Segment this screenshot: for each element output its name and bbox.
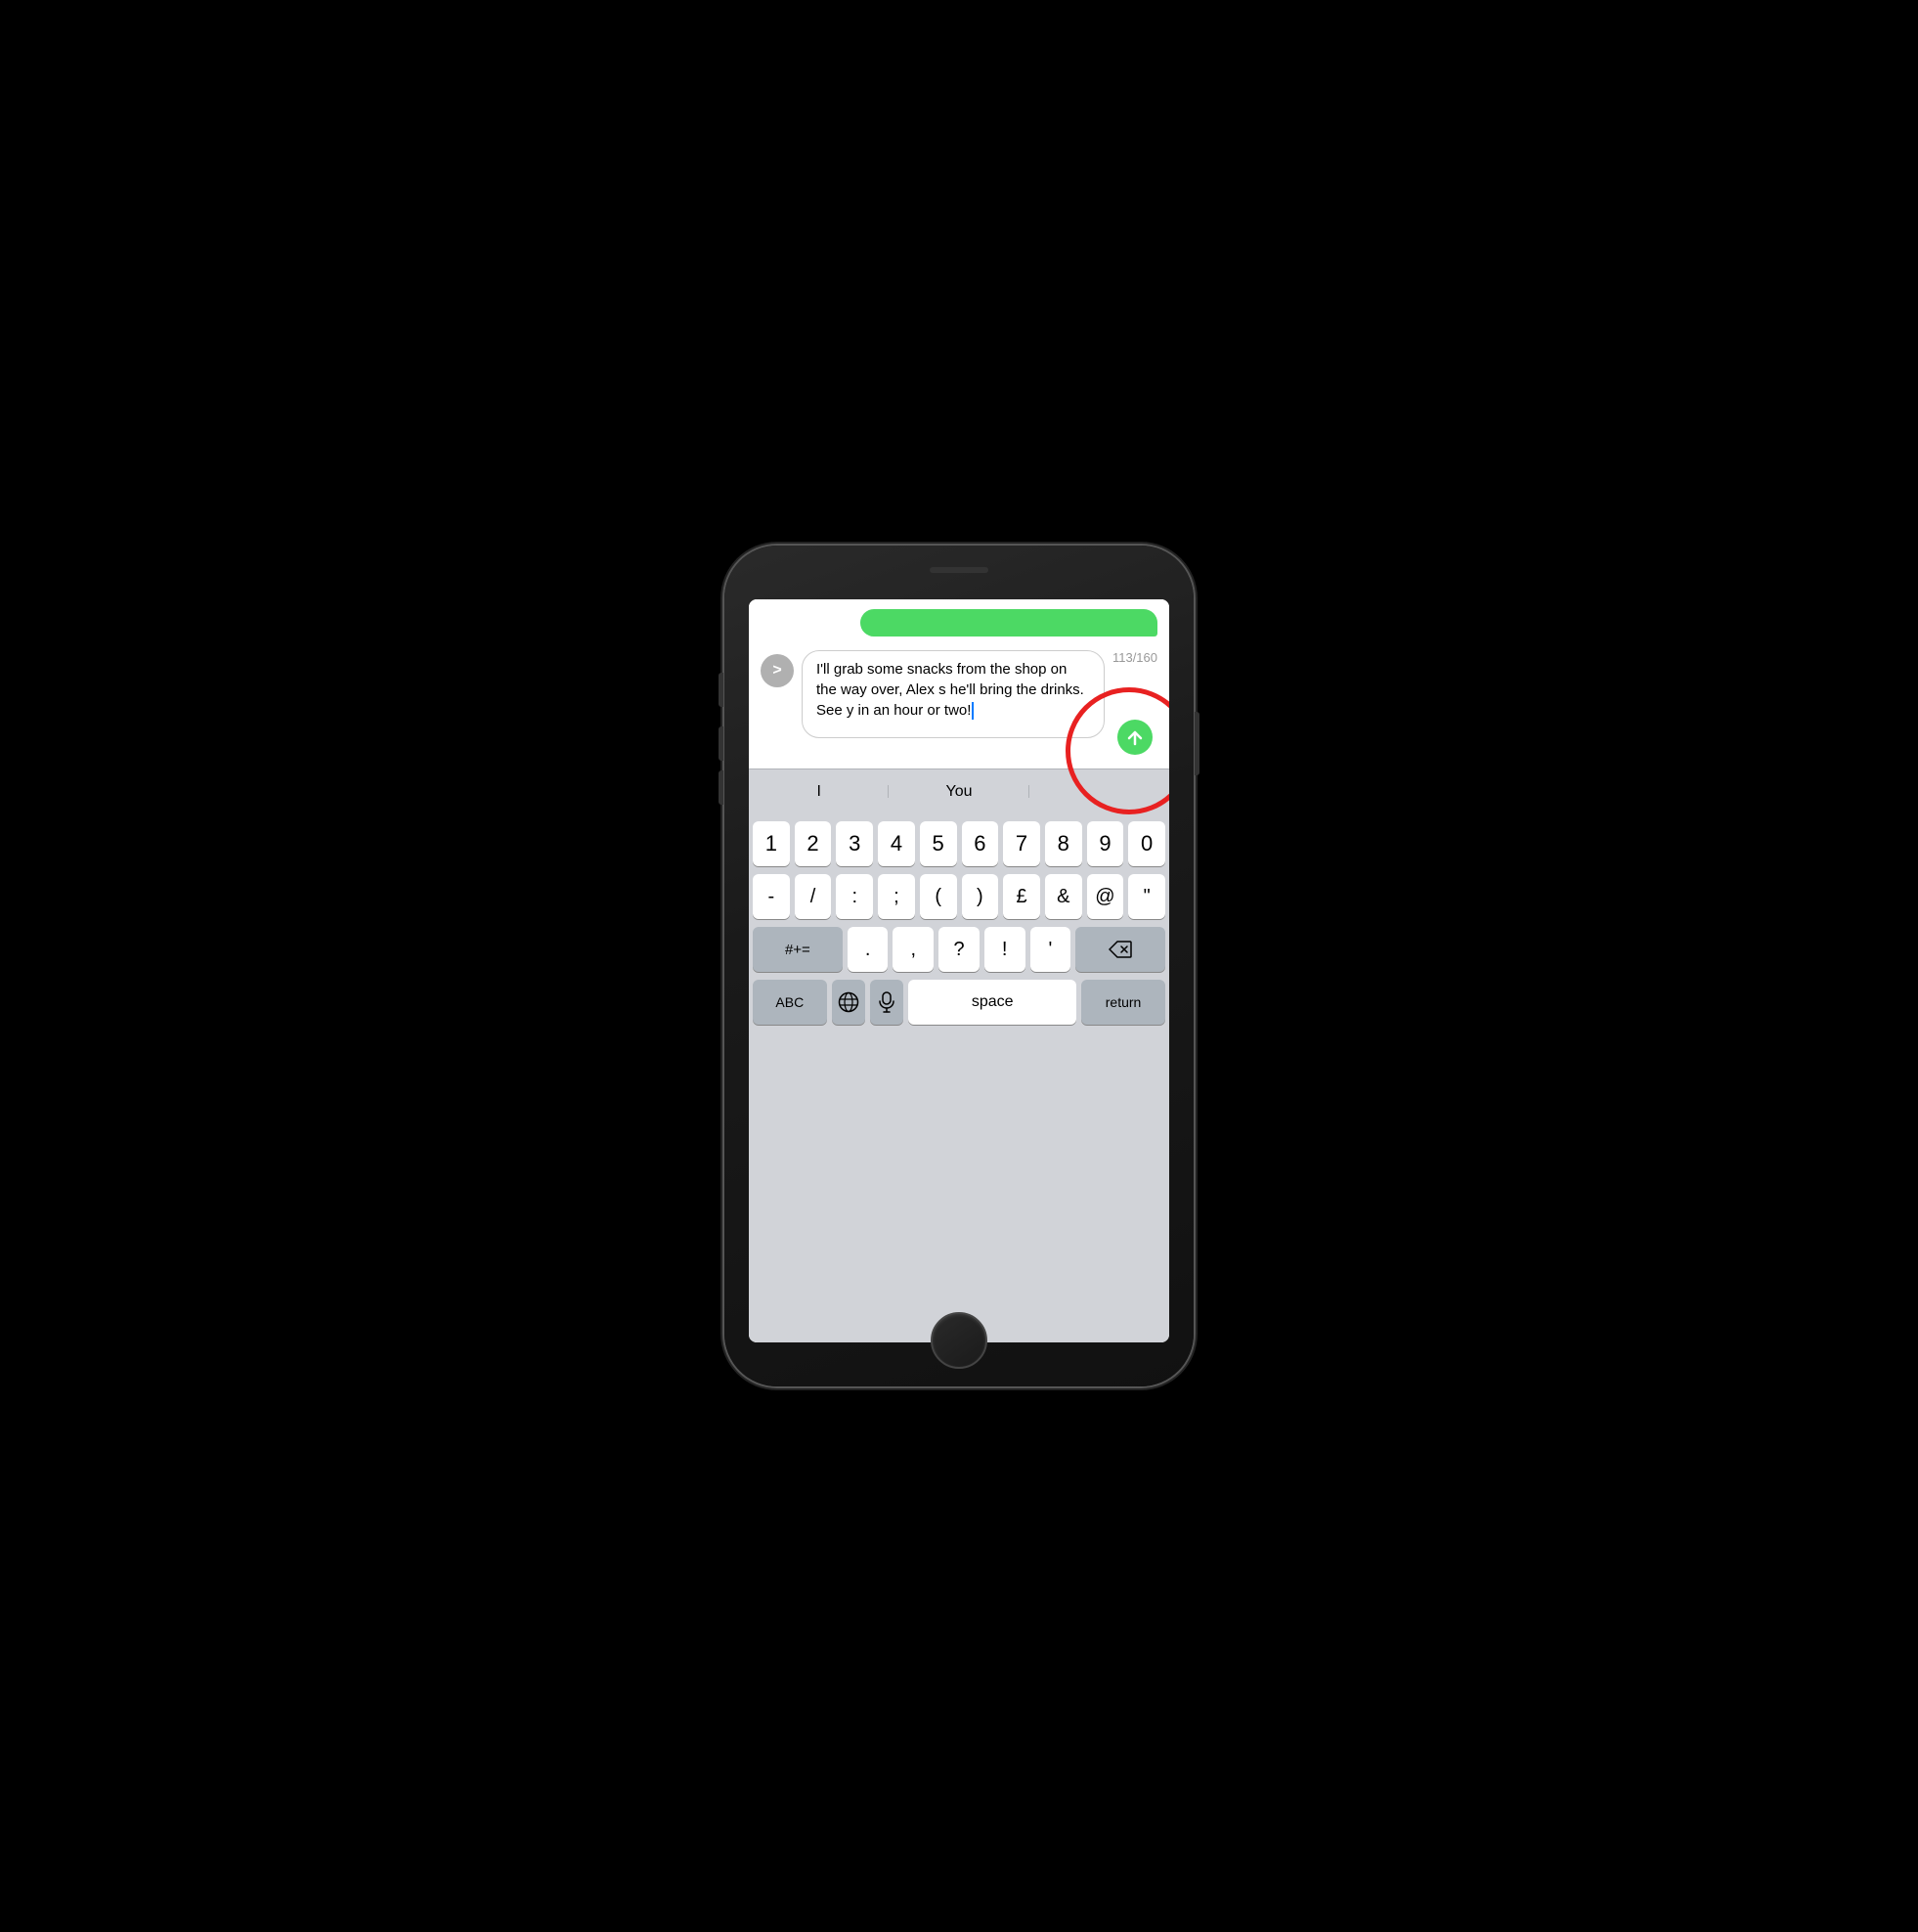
key-5[interactable]: 5 xyxy=(920,821,957,866)
key-space[interactable]: space xyxy=(908,980,1076,1025)
message-text: I'll grab some snacks from the shop on t… xyxy=(816,661,1084,719)
key-delete[interactable] xyxy=(1075,927,1165,972)
sent-bubble-top xyxy=(860,609,1158,637)
key-at[interactable]: @ xyxy=(1087,874,1124,919)
key-comma[interactable]: , xyxy=(893,927,934,972)
key-abc[interactable]: ABC xyxy=(753,980,827,1025)
key-globe[interactable] xyxy=(832,980,865,1025)
autocomplete-left[interactable]: I xyxy=(749,783,889,801)
key-2[interactable]: 2 xyxy=(795,821,832,866)
key-slash[interactable]: / xyxy=(795,874,832,919)
key-4[interactable]: 4 xyxy=(878,821,915,866)
autocomplete-middle[interactable]: You xyxy=(889,783,1028,801)
key-ampersand[interactable]: & xyxy=(1045,874,1082,919)
send-arrow-icon xyxy=(1125,727,1145,747)
globe-icon xyxy=(838,991,859,1013)
key-8[interactable]: 8 xyxy=(1045,821,1082,866)
key-0[interactable]: 0 xyxy=(1128,821,1165,866)
chevron-right-icon: > xyxy=(772,662,781,680)
keyboard-row-misc: #+= . , ? ! ' xyxy=(753,927,1165,972)
key-dash[interactable]: - xyxy=(753,874,790,919)
key-pound[interactable]: £ xyxy=(1003,874,1040,919)
key-9[interactable]: 9 xyxy=(1087,821,1124,866)
key-6[interactable]: 6 xyxy=(962,821,999,866)
messages-area: > I'll grab some snacks from the shop on… xyxy=(749,599,1169,768)
keyboard: 1 2 3 4 5 6 7 8 9 0 - / : ; ( ) £ & xyxy=(749,813,1169,1342)
key-microphone[interactable] xyxy=(870,980,903,1025)
message-input[interactable]: I'll grab some snacks from the shop on t… xyxy=(802,650,1105,738)
phone-speaker xyxy=(930,567,988,573)
delete-icon xyxy=(1109,941,1132,958)
key-hashplus[interactable]: #+= xyxy=(753,927,843,972)
key-1[interactable]: 1 xyxy=(753,821,790,866)
keyboard-row-numbers: 1 2 3 4 5 6 7 8 9 0 xyxy=(753,821,1165,866)
key-quote[interactable]: " xyxy=(1128,874,1165,919)
phone-screen: > I'll grab some snacks from the shop on… xyxy=(749,599,1169,1342)
key-exclaim[interactable]: ! xyxy=(984,927,1025,972)
microphone-icon xyxy=(879,991,894,1013)
cursor xyxy=(972,702,974,720)
key-3[interactable]: 3 xyxy=(836,821,873,866)
key-period[interactable]: . xyxy=(848,927,889,972)
phone-frame: > I'll grab some snacks from the shop on… xyxy=(724,546,1194,1386)
send-button[interactable] xyxy=(1117,720,1153,755)
key-apostrophe[interactable]: ' xyxy=(1030,927,1071,972)
key-open-paren[interactable]: ( xyxy=(920,874,957,919)
input-row: > I'll grab some snacks from the shop on… xyxy=(761,644,1157,761)
key-return[interactable]: return xyxy=(1081,980,1165,1025)
key-colon[interactable]: : xyxy=(836,874,873,919)
char-count: 113/160 xyxy=(1112,650,1157,665)
key-question[interactable]: ? xyxy=(938,927,980,972)
key-close-paren[interactable]: ) xyxy=(962,874,999,919)
keyboard-row-symbols: - / : ; ( ) £ & @ " xyxy=(753,874,1165,919)
keyboard-row-bottom: ABC spac xyxy=(753,980,1165,1025)
autocomplete-bar: I You xyxy=(749,768,1169,813)
key-7[interactable]: 7 xyxy=(1003,821,1040,866)
key-semicolon[interactable]: ; xyxy=(878,874,915,919)
home-button[interactable] xyxy=(931,1312,987,1369)
expand-button[interactable]: > xyxy=(761,654,794,687)
